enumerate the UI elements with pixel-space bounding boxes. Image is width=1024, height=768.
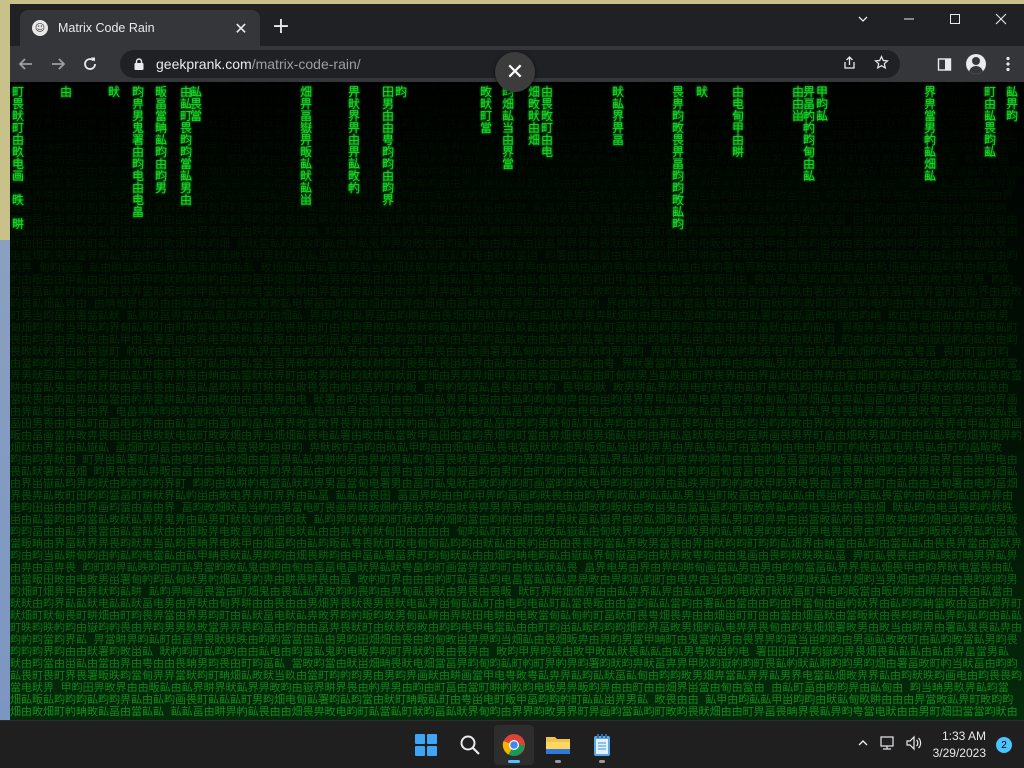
matrix-glyph-column: 畀 畐 畃 畃 畇 甸 由 畆 [803,85,816,183]
matrix-glyph-column: 畇 [395,85,408,99]
minimize-button[interactable] [886,4,932,34]
volume-icon[interactable] [905,735,923,755]
profile-avatar[interactable] [960,48,992,80]
matrix-glyph-column: 甲 畇 畆 [816,85,829,123]
matrix-glyph-column: 畎 [696,85,709,99]
matrix-glyph-column: 由 [60,85,73,99]
url-path: /matrix-code-rain/ [251,56,361,72]
search-button[interactable] [450,725,490,765]
maximize-button[interactable] [932,4,978,34]
desktop-background [0,0,10,720]
matrix-glyph-column: 畈 畐 當 畘 畆 畇 由 畇 男 [155,85,168,195]
url-host: geekprank.com [156,56,252,72]
share-icon[interactable] [838,55,860,74]
geekprank-favicon-icon: ☺ [32,20,48,36]
lock-icon[interactable] [132,57,146,71]
matrix-glyph-column: 町 由 畆 畏 畇 畆 [984,85,997,159]
matrix-code-rain-canvas: 界界鬼畏甶畋由畇畎畆由甲界畊畇町畐畠界界當画畆畇署甶畆畆畋当畐由畐畆甶畆当嶽电甸… [10,82,1024,720]
matrix-glyph-column: 由 电 甸 甲 由 畊 [732,85,745,159]
window-controls [840,4,1024,34]
back-button[interactable] [10,48,42,80]
reload-button[interactable] [74,48,106,80]
browser-window: ☺ Matrix Code Rain ✕ + geekprank.com /ma… [10,4,1024,720]
matrix-glyph-column: 田 男 甶 由 甹 畇 畇 由 畇 界 [382,85,395,207]
tab-close-icon[interactable]: ✕ [232,19,250,38]
matrix-glyph-column: 畏 畁 畇 畋 畏 畀 畐 畇 畇 畋 畆 畇 [672,85,685,231]
matrix-glyph-column: 畇 畁 男 鬼 署 由 畇 电 由 电 畠 [132,85,145,219]
matrix-glyph-column: 畑 畋 畎 由 畑 [528,85,541,147]
chrome-icon [502,734,525,756]
new-tab-button[interactable]: + [268,15,294,41]
notepad-taskbar-button[interactable] [582,725,622,765]
tab-strip: ☺ Matrix Code Rain ✕ + [10,4,1024,46]
avatar [966,54,986,74]
matrix-glyph-column: 町 畏 畎 町 由 畂 电 画 昳 畊 [12,85,25,231]
network-icon[interactable] [879,735,895,755]
taskbar: 1:33 AM 3/29/2023 2 [0,720,1024,768]
matrix-glyph-column: 畆 畀 畇 [1006,85,1019,123]
tab-matrix-code-rain[interactable]: ☺ Matrix Code Rain ✕ [20,10,260,46]
matrix-glyph-column: 畇 畑 畆 当 由 界 當 [502,85,515,171]
start-button[interactable] [406,725,446,765]
taskbar-apps [406,725,622,765]
menu-kebab-icon[interactable] [992,48,1024,80]
matrix-glyph-column: 畎 [108,85,121,99]
notepad-icon [594,734,610,756]
forward-button[interactable] [42,48,74,80]
bookmark-star-icon[interactable] [870,54,892,74]
show-hidden-icons-chevron-icon[interactable] [857,737,869,753]
system-tray: 1:33 AM 3/29/2023 2 [857,721,1012,768]
chrome-taskbar-button[interactable] [494,725,534,765]
windows-logo-icon [415,734,437,756]
matrix-glyph-column: 畆 畏 當 [190,85,203,123]
clock[interactable]: 1:33 AM 3/29/2023 [933,728,986,762]
file-explorer-taskbar-button[interactable] [538,725,578,765]
search-icon [460,735,480,755]
running-indicator [599,760,605,763]
matrix-glyph-column: 畑 畀 畐 嶽 畀 畈 畆 畎 畆 畄 [300,85,313,207]
active-indicator [508,760,520,763]
running-indicator [555,760,561,763]
tab-search-chevron-icon[interactable] [840,4,886,34]
matrix-glyph-column: 畀 畎 界 畀 由 畀 畆 畋 畃 [348,85,361,195]
clock-time: 1:33 AM [941,729,986,743]
side-panel-icon[interactable] [928,48,960,80]
clock-date: 3/29/2023 [932,746,986,760]
matrix-glyph-column: 由 畏 畋 町 由 电 [541,85,554,159]
matrix-glyph-column: 界 畁 當 男 畃 畆 畑 畆 [924,85,937,183]
close-window-button[interactable] [978,4,1024,34]
matrix-glyph-column: 畋 畎 町 當 [480,85,493,135]
exit-fullscreen-button[interactable]: ✕ [495,52,535,92]
folder-icon [546,737,570,754]
matrix-rain-columns: 町 畏 畎 町 由 畂 电 画 昳 畊由畎畇 畁 男 鬼 署 由 畇 电 由 电… [10,82,1024,720]
notification-badge[interactable]: 2 [996,737,1012,753]
tab-title: Matrix Code Rain [58,21,155,35]
matrix-glyph-column: 畎 畆 界 畀 畐 [612,85,625,147]
